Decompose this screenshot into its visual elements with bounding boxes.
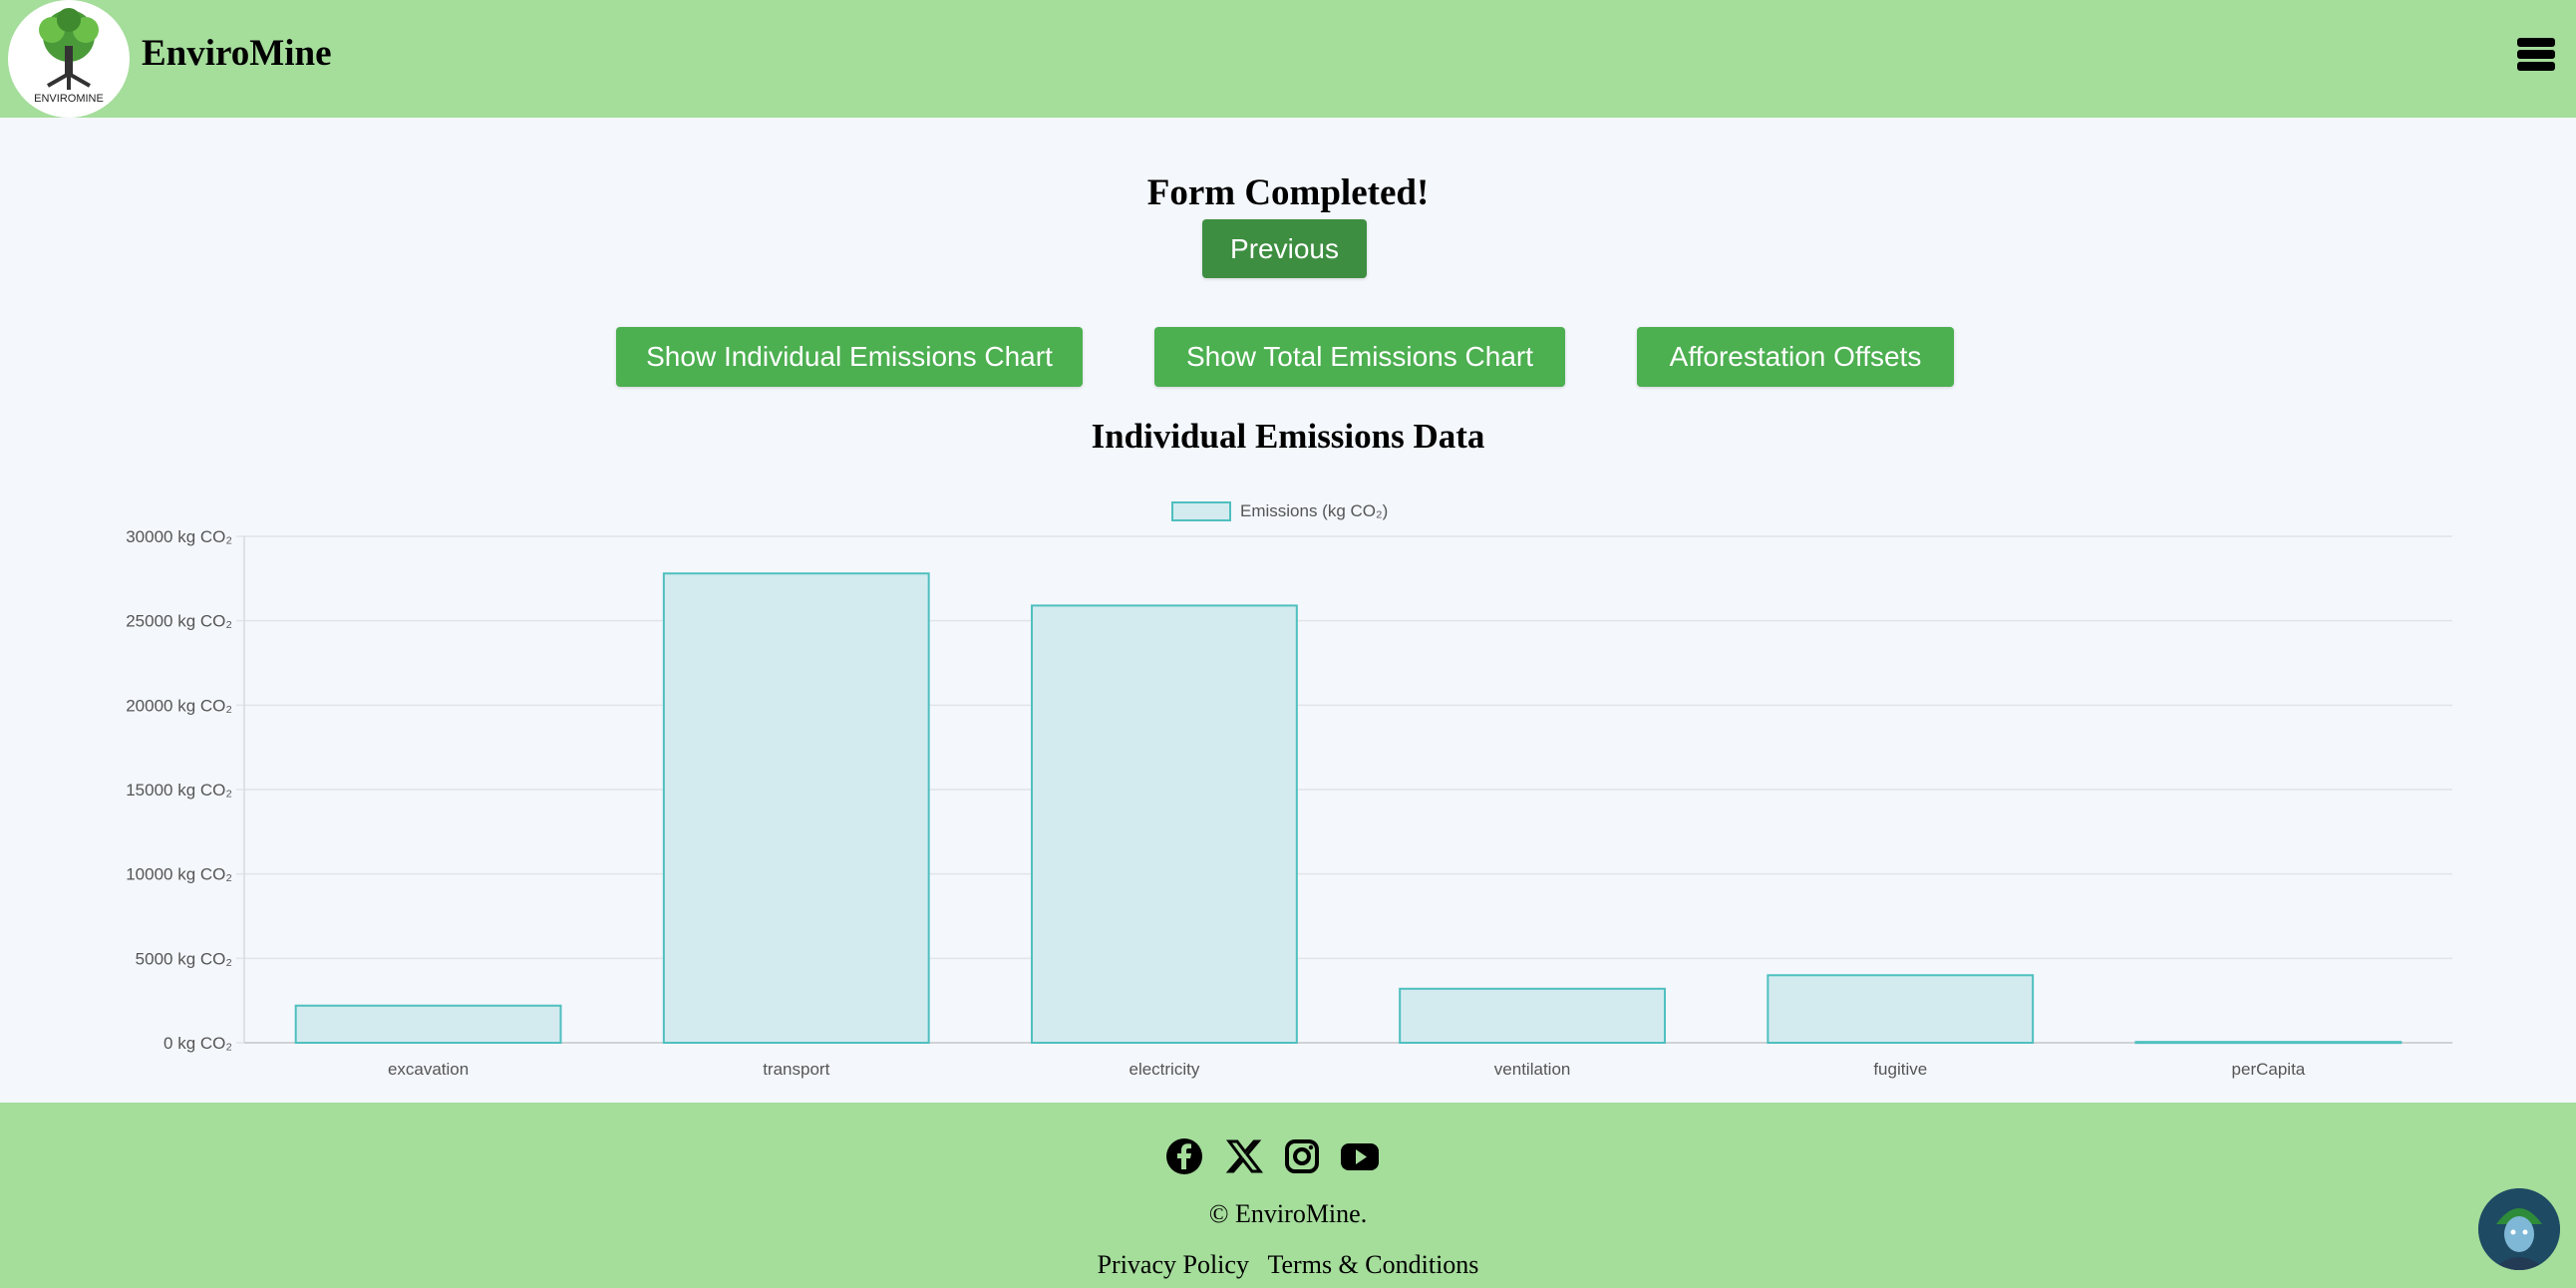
x-tick-label: ventilation: [1494, 1060, 1571, 1079]
y-tick-label: 30000 kg CO₂: [126, 527, 232, 546]
afforestation-offsets-button[interactable]: Afforestation Offsets: [1637, 327, 1954, 387]
x-tick-label: transport: [763, 1060, 829, 1079]
bar-transport: [662, 572, 930, 1045]
terms-link[interactable]: Terms & Conditions: [1267, 1250, 1478, 1279]
previous-button[interactable]: Previous: [1202, 219, 1367, 278]
header: ENVIROMINE EnviroMine: [0, 0, 2576, 118]
legend-label: Emissions (kg CO₂): [1240, 501, 1388, 520]
bar-electricity: [1031, 604, 1298, 1044]
y-tick-label: 10000 kg CO₂: [126, 865, 232, 884]
show-total-chart-button[interactable]: Show Total Emissions Chart: [1154, 327, 1565, 387]
page-title: Form Completed!: [1146, 172, 1430, 213]
logo[interactable]: ENVIROMINE: [8, 0, 130, 118]
youtube-icon[interactable]: [1340, 1136, 1380, 1176]
bar-ventilation: [1399, 987, 1666, 1044]
bar-perCapita: [2134, 1041, 2403, 1045]
y-tick-label: 15000 kg CO₂: [126, 781, 232, 800]
y-tick-label: 5000 kg CO₂: [136, 949, 232, 968]
footer-links: Privacy Policy Terms & Conditions: [0, 1250, 2576, 1280]
x-tick-label: fugitive: [1873, 1060, 1927, 1079]
chart-heading: Individual Emissions Data: [1091, 417, 1485, 456]
privacy-policy-link[interactable]: Privacy Policy: [1098, 1250, 1249, 1279]
y-tick-label: 0 kg CO₂: [163, 1034, 232, 1053]
x-tick-label: perCapita: [2232, 1060, 2306, 1079]
menu-icon[interactable]: [2517, 38, 2555, 72]
x-tick-label: excavation: [388, 1060, 469, 1079]
y-tick-label: 20000 kg CO₂: [126, 696, 232, 715]
emissions-bar-chart: 0 kg CO₂ 5000 kg CO₂ 10000 kg CO₂ 15000 kg …: [126, 501, 2452, 1079]
copyright: © EnviroMine.: [1208, 1199, 1368, 1228]
logo-text: ENVIROMINE: [34, 93, 104, 105]
x-tick-label: electricity: [1128, 1060, 1199, 1079]
x-icon[interactable]: [1224, 1136, 1264, 1176]
legend-swatch: [1171, 501, 1231, 521]
bar-fugitive: [1767, 974, 2035, 1044]
bar-excavation: [294, 1004, 562, 1044]
brand-name: EnviroMine: [142, 33, 332, 74]
y-tick-label: 25000 kg CO₂: [126, 612, 232, 631]
instagram-icon[interactable]: [1282, 1136, 1322, 1176]
facebook-icon[interactable]: [1164, 1136, 1204, 1176]
show-individual-chart-button[interactable]: Show Individual Emissions Chart: [616, 327, 1083, 387]
chat-avatar[interactable]: [2478, 1188, 2560, 1270]
